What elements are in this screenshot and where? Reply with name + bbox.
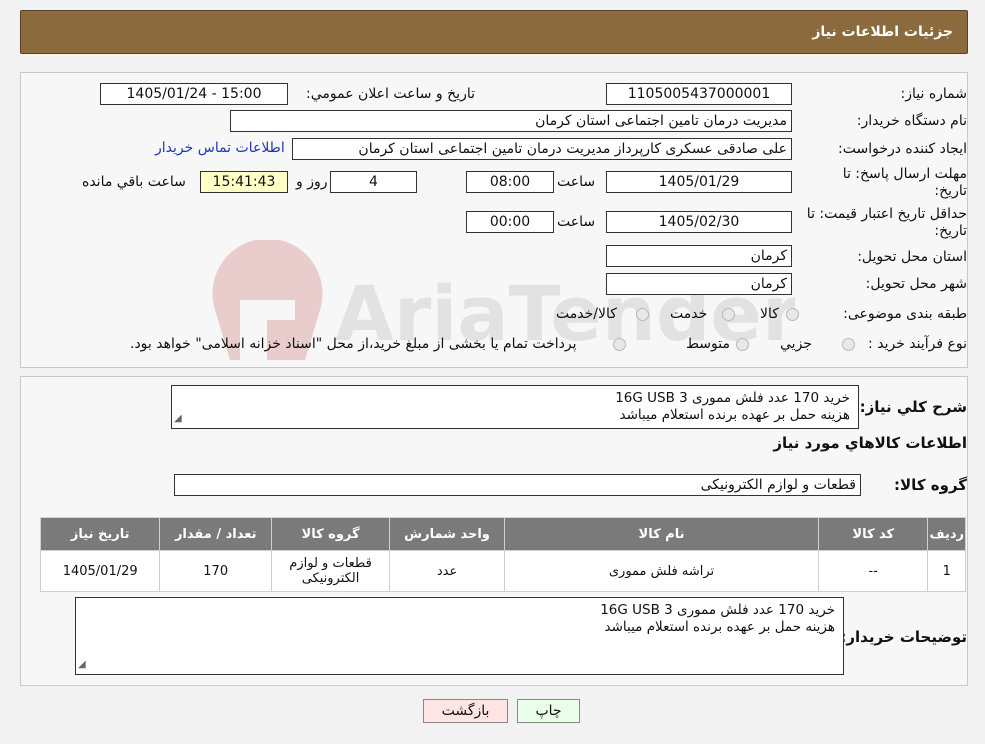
deadline-time-label: ساعت	[557, 174, 596, 190]
deadline-time-field: 08:00	[466, 171, 554, 193]
cell-group: قطعات و لوازم الکترونیکی	[271, 550, 391, 592]
resize-grip-icon[interactable]: ◢	[78, 656, 86, 673]
remaining-time-label: ساعت باقي مانده	[82, 174, 186, 190]
category-service-label: خدمت	[670, 306, 708, 322]
goods-group-label: گروه کالا:	[894, 476, 967, 494]
col-date: تاريخ نياز	[39, 517, 161, 551]
page-header: جزئیات اطلاعات نیاز	[20, 10, 968, 54]
buyer-notes-label: توضيحات خريدار:	[840, 628, 967, 646]
creator-label: ايجاد كننده درخواست:	[838, 141, 967, 157]
buyer-org-label: نام دستگاه خريدار:	[856, 113, 967, 129]
page-title: جزئیات اطلاعات نیاز	[812, 24, 953, 40]
back-button[interactable]: بازگشت	[423, 699, 508, 723]
summary-textarea[interactable]: خريد 170 عدد فلش مموری 16G USB 3 هزينه ح…	[171, 385, 859, 429]
category-goods-radio[interactable]	[786, 308, 799, 321]
province-label: استان محل تحويل:	[857, 249, 967, 265]
city-field: کرمان	[606, 273, 792, 295]
purchase-note: پرداخت تمام يا بخشی از مبلغ خريد،از محل …	[130, 336, 577, 352]
buyer-notes-textarea[interactable]: خريد 170 عدد فلش مموری 16G USB 3 هزينه ح…	[75, 597, 844, 675]
summary-line-1: خريد 170 عدد فلش مموری 16G USB 3	[615, 390, 850, 406]
summary-label: شرح کلي نياز:	[859, 398, 967, 416]
deadline-label-date: تاريخ:	[934, 183, 967, 199]
announce-field: 1405/01/24 - 15:00	[100, 83, 288, 105]
col-code: کد کالا	[818, 517, 929, 551]
goods-table: رديف کد کالا نام کالا واحد شمارش گروه کا…	[39, 517, 966, 592]
creator-field: علی صادقی عسکری کارپرداز مدیریت درمان تا…	[292, 138, 792, 160]
col-qty: تعداد / مقدار	[159, 517, 273, 551]
table-row: 1 -- تراشه فلش مموری عدد قطعات و لوازم ا…	[39, 550, 966, 592]
purchase-minor-label: جزيي	[780, 336, 812, 352]
days-remaining-field: 4	[330, 171, 417, 193]
category-goods-service-radio[interactable]	[636, 308, 649, 321]
validity-time-field: 00:00	[466, 211, 554, 233]
cell-unit: عدد	[389, 550, 505, 592]
cell-qty: 170	[159, 550, 273, 592]
col-group: گروه کالا	[271, 517, 391, 551]
print-button[interactable]: چاپ	[517, 699, 580, 723]
purchase-medium-radio[interactable]	[736, 338, 749, 351]
province-field: کرمان	[606, 245, 792, 267]
purchase-type-label: نوع فرآيند خريد :	[868, 336, 967, 352]
col-row: رديف	[927, 517, 966, 551]
announce-label: تاريخ و ساعت اعلان عمومي:	[306, 86, 475, 102]
goods-table-header: رديف کد کالا نام کالا واحد شمارش گروه کا…	[39, 517, 966, 551]
buyer-contact-link[interactable]: اطلاعات تماس خريدار	[155, 140, 285, 156]
deadline-date-field: 1405/01/29	[606, 171, 792, 193]
validity-date-field: 1405/02/30	[606, 211, 792, 233]
buyer-notes-line-1: خريد 170 عدد فلش مموری 16G USB 3	[600, 602, 835, 618]
need-number-field: 1105005437000001	[606, 83, 792, 105]
category-goods-label: کالا	[760, 306, 779, 322]
cell-date: 1405/01/29	[39, 550, 161, 592]
buyer-org-field: مدیریت درمان تامین اجتماعی استان کرمان	[230, 110, 792, 132]
purchase-medium-label: متوسط	[686, 336, 730, 352]
validity-label: حداقل تاريخ اعتبار قيمت: تا	[806, 206, 967, 222]
purchase-minor-radio[interactable]	[842, 338, 855, 351]
resize-grip-icon[interactable]: ◢	[174, 410, 182, 427]
validity-label-date: تاريخ:	[934, 223, 967, 239]
summary-line-2: هزينه حمل بر عهده برنده استعلام ميباشد	[619, 407, 850, 423]
cell-row: 1	[927, 550, 966, 592]
col-unit: واحد شمارش	[389, 517, 505, 551]
city-label: شهر محل تحويل:	[865, 276, 967, 292]
cell-code: --	[818, 550, 929, 592]
treasury-checkbox[interactable]	[613, 338, 626, 351]
col-name: نام کالا	[503, 517, 820, 551]
days-label: روز و	[296, 174, 328, 190]
category-label: طبقه بندی موضوعی:	[843, 306, 967, 322]
need-number-label: شماره نیاز:	[900, 86, 968, 102]
deadline-label: مهلت ارسال پاسخ: تا	[842, 166, 967, 182]
cell-name: تراشه فلش مموری	[503, 550, 820, 592]
buyer-notes-line-2: هزينه حمل بر عهده برنده استعلام ميباشد	[604, 619, 835, 635]
validity-time-label: ساعت	[557, 214, 596, 230]
goods-section-title: اطلاعات کالاهاي مورد نياز	[773, 434, 967, 452]
remaining-time-field: 15:41:43	[200, 171, 288, 193]
category-goods-service-label: کالا/خدمت	[556, 306, 617, 322]
category-service-radio[interactable]	[722, 308, 735, 321]
goods-group-field: قطعات و لوازم الکترونیکی	[174, 474, 861, 496]
